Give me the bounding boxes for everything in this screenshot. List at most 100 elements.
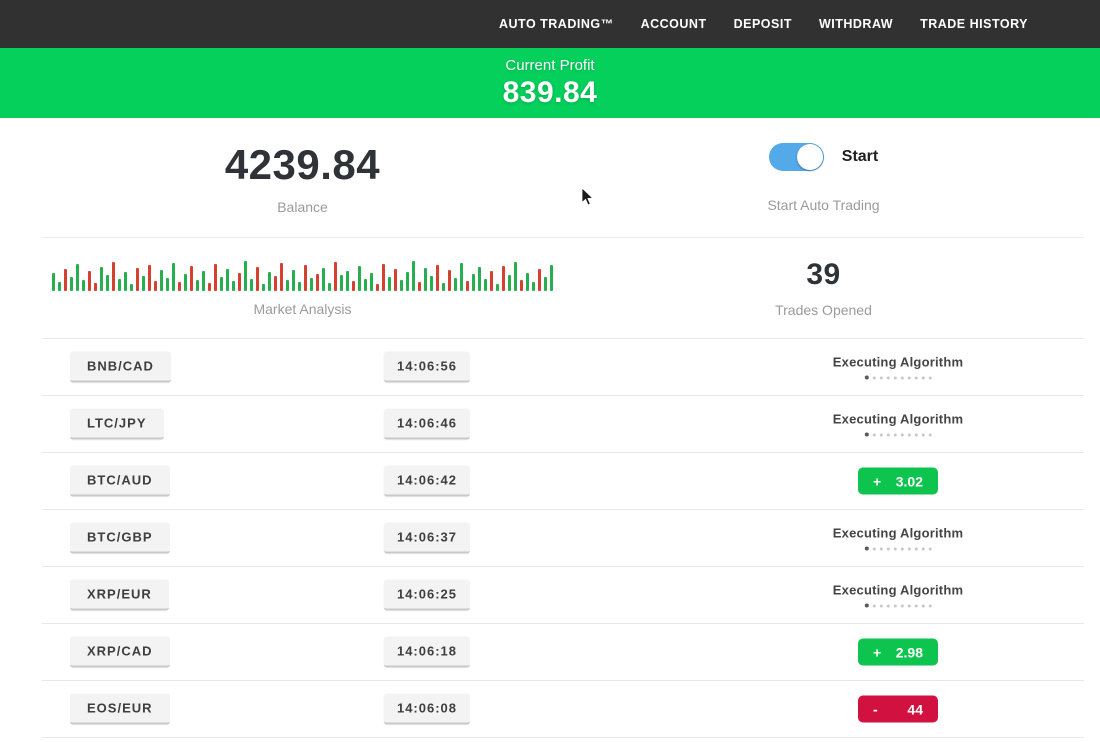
pair-chip[interactable]: BNB/CAD <box>70 352 171 383</box>
chart-bar <box>88 271 91 291</box>
trade-row: XRP/CAD 14:06:18 + 2.98 <box>42 624 1084 681</box>
pair-chip[interactable]: BTC/GBP <box>70 523 170 554</box>
chart-bar <box>316 274 319 291</box>
pair-chip[interactable]: EOS/EUR <box>70 694 170 725</box>
start-label: Start <box>842 148 878 166</box>
chart-bar <box>196 280 199 291</box>
progress-dot <box>908 604 911 607</box>
top-nav: AUTO TRADING™ ACCOUNT DEPOSIT WITHDRAW T… <box>0 0 1100 48</box>
progress-dots <box>833 604 963 608</box>
chart-bar <box>238 273 241 291</box>
progress-dot <box>865 376 869 380</box>
pair-chip[interactable]: LTC/JPY <box>70 409 164 440</box>
nav-deposit[interactable]: DEPOSIT <box>734 17 792 31</box>
nav-trade-history[interactable]: TRADE HISTORY <box>920 17 1028 31</box>
progress-dot <box>915 433 918 436</box>
progress-dots <box>833 547 963 551</box>
executing-label: Executing Algorithm <box>833 583 963 598</box>
chart-bar <box>424 268 427 291</box>
pair-chip[interactable]: XRP/CAD <box>70 637 170 668</box>
chart-bar <box>226 269 229 291</box>
market-analysis-label: Market Analysis <box>253 301 351 317</box>
trade-row: BTC/GBP 14:06:37 Executing Algorithm <box>42 510 1084 567</box>
chart-bar <box>448 270 451 291</box>
progress-dot <box>894 547 897 550</box>
badge-sign: + <box>873 473 881 489</box>
progress-dot <box>922 376 925 379</box>
pair-chip[interactable]: BTC/AUD <box>70 466 170 497</box>
chart-bar <box>376 284 379 291</box>
status-executing: Executing Algorithm <box>833 412 963 437</box>
time-chip: 14:06:42 <box>384 466 470 497</box>
progress-dot <box>880 547 883 550</box>
chart-bar <box>190 266 193 291</box>
progress-dot <box>894 604 897 607</box>
chart-bar <box>346 271 349 291</box>
progress-dot <box>929 547 932 550</box>
chart-bar <box>274 276 277 291</box>
time-chip: 14:06:18 <box>384 637 470 668</box>
trades-opened-label: Trades Opened <box>775 302 872 318</box>
profit-value: 839.84 <box>503 76 598 110</box>
time-chip: 14:06:56 <box>384 352 470 383</box>
chart-bar <box>178 282 181 291</box>
status-executing: Executing Algorithm <box>833 355 963 380</box>
progress-dot <box>922 547 925 550</box>
chart-bar <box>388 277 391 291</box>
stats-row-2: Market Analysis 39 Trades Opened <box>42 237 1084 338</box>
progress-dots <box>833 433 963 437</box>
chart-bar <box>532 282 535 291</box>
profit-label: Current Profit <box>505 57 594 74</box>
pair-chip[interactable]: XRP/EUR <box>70 580 169 611</box>
trades-opened-block: 39 Trades Opened <box>563 238 1084 338</box>
status-result: + 2.98 <box>858 639 938 666</box>
chart-bar <box>430 276 433 291</box>
progress-dot <box>901 547 904 550</box>
chart-bar <box>160 270 163 291</box>
chart-bar <box>58 282 61 291</box>
chart-bar <box>142 276 145 291</box>
chart-bar <box>172 263 175 291</box>
auto-trading-app: AUTO TRADING™ ACCOUNT DEPOSIT WITHDRAW T… <box>0 0 1100 742</box>
chart-bar <box>520 280 523 291</box>
chart-bar <box>124 272 127 291</box>
progress-dot <box>894 376 897 379</box>
chart-bar <box>130 284 133 291</box>
chart-bar <box>136 268 139 291</box>
chart-bar <box>352 281 355 291</box>
progress-dot <box>929 433 932 436</box>
chart-bar <box>166 278 169 291</box>
nav-withdraw[interactable]: WITHDRAW <box>819 17 893 31</box>
chart-bar <box>64 269 67 291</box>
start-toggle[interactable] <box>769 143 824 171</box>
badge-sign: - <box>873 701 878 717</box>
chart-bar <box>298 282 301 291</box>
trade-row: BNB/CAD 14:06:56 Executing Algorithm <box>42 339 1084 396</box>
status-executing: Executing Algorithm <box>833 526 963 551</box>
chart-bar <box>322 268 325 291</box>
progress-dot <box>880 376 883 379</box>
chart-bar <box>262 284 265 291</box>
chart-bar <box>220 277 223 291</box>
chart-bar <box>406 272 409 291</box>
chart-bar <box>100 267 103 291</box>
nav-auto-trading[interactable]: AUTO TRADING™ <box>499 17 614 31</box>
progress-dot <box>915 376 918 379</box>
chart-bar <box>370 273 373 291</box>
time-chip: 14:06:25 <box>384 580 470 611</box>
progress-dot <box>929 376 932 379</box>
chart-bar <box>214 264 217 291</box>
nav-account[interactable]: ACCOUNT <box>641 17 707 31</box>
progress-dot <box>873 433 876 436</box>
chart-bar <box>256 267 259 291</box>
progress-dot <box>915 604 918 607</box>
profit-banner: Current Profit 839.84 <box>0 48 1100 118</box>
loss-badge: - 44 <box>858 696 938 723</box>
chart-bar <box>244 261 247 291</box>
time-chip: 14:06:46 <box>384 409 470 440</box>
progress-dot <box>873 376 876 379</box>
progress-dot <box>887 547 890 550</box>
progress-dots <box>833 376 963 380</box>
chart-bar <box>76 264 79 291</box>
progress-dot <box>908 547 911 550</box>
